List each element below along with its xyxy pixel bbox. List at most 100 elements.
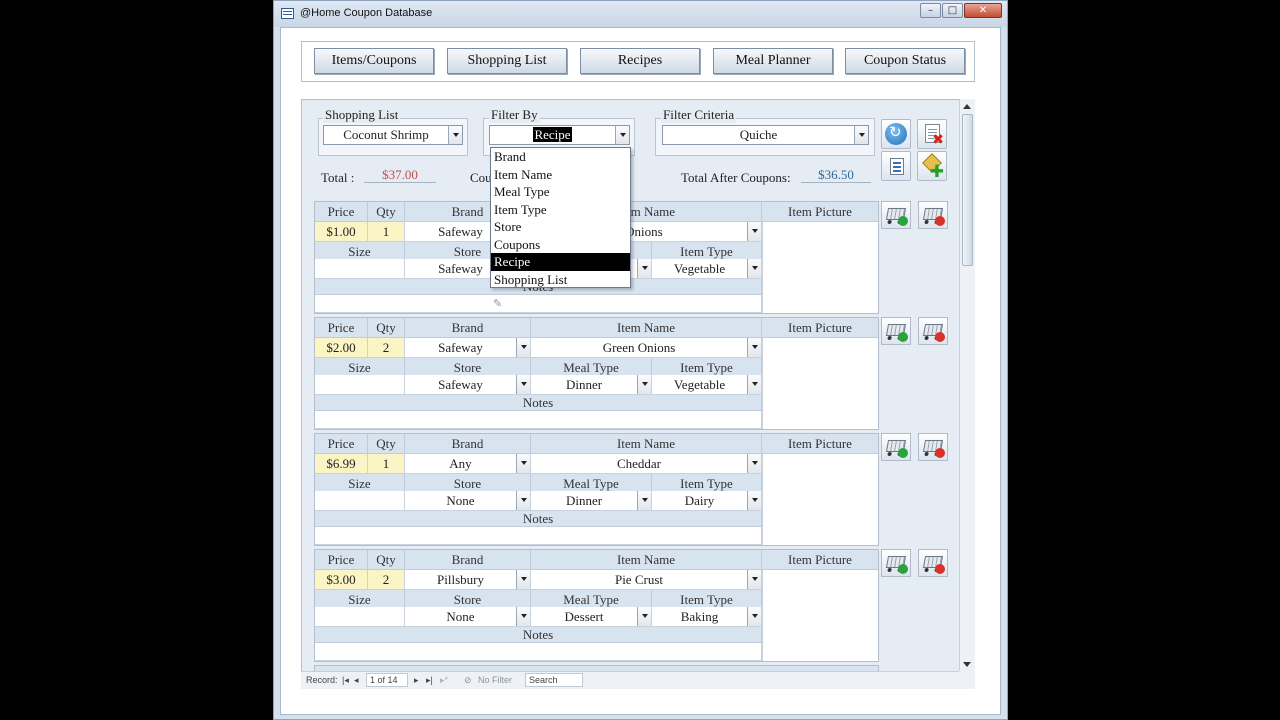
add-to-cart-button[interactable] [881,433,911,461]
tab-recipes[interactable]: Recipes [580,48,700,74]
price-field[interactable]: $2.00 [315,338,368,358]
brand-select[interactable]: Safeway [405,338,531,358]
meal-type-select[interactable]: Dessert [531,607,652,627]
chevron-down-icon[interactable] [854,126,868,144]
item-picture[interactable] [762,454,878,545]
remove-from-cart-button[interactable] [918,201,948,229]
chevron-down-icon[interactable] [516,338,530,357]
chevron-down-icon[interactable] [637,491,651,510]
filter-option-coupons[interactable]: Coupons [491,236,630,254]
size-field[interactable] [315,491,405,511]
chevron-down-icon[interactable] [516,375,530,394]
scroll-thumb[interactable] [962,114,973,266]
chevron-down-icon[interactable] [516,570,530,589]
chevron-down-icon[interactable] [747,607,761,626]
scroll-up-arrow-icon[interactable] [962,102,973,113]
chevron-down-icon[interactable] [516,454,530,473]
filter-option-brand[interactable]: Brand [491,148,630,166]
item-picture[interactable] [762,338,878,429]
remove-from-cart-button[interactable] [918,549,948,577]
filter-option-shopping-list[interactable]: Shopping List [491,271,630,289]
item-picture[interactable] [762,222,878,313]
notes-field[interactable] [315,527,762,545]
qty-field[interactable]: 2 [368,570,405,590]
price-field[interactable]: $1.00 [315,222,368,242]
record-position-field[interactable]: 1 of 14 [366,673,408,687]
price-field[interactable]: $6.99 [315,454,368,474]
chevron-down-icon[interactable] [637,607,651,626]
meal-type-select[interactable]: Dinner [531,491,652,511]
remove-from-cart-button[interactable] [918,433,948,461]
delete-list-button[interactable]: ✖ [917,119,947,149]
item-type-select[interactable]: Vegetable [652,259,762,279]
remove-from-cart-button[interactable] [918,317,948,345]
item-name-select[interactable]: Cheddar [531,454,762,474]
size-field[interactable] [315,607,405,627]
new-record-button[interactable]: ▸* [440,675,448,686]
chevron-down-icon[interactable] [747,454,761,473]
tab-meal-planner[interactable]: Meal Planner [713,48,833,74]
edit-list-button[interactable] [881,151,911,181]
item-type-select[interactable]: Vegetable [652,375,762,395]
scroll-down-arrow-icon[interactable] [962,660,973,671]
notes-field[interactable] [315,411,762,429]
filter-status[interactable]: No Filter [478,675,512,685]
filter-criteria-select[interactable]: Quiche [662,125,869,145]
price-field[interactable]: $3.00 [315,570,368,590]
notes-field[interactable] [315,295,762,313]
meal-type-select[interactable]: Dinner [531,375,652,395]
chevron-down-icon[interactable] [448,126,462,144]
filter-option-meal-type[interactable]: Meal Type [491,183,630,201]
brand-select[interactable]: Pillsbury [405,570,531,590]
last-record-button[interactable]: ▸| [426,675,433,686]
store-select[interactable]: Safeway [405,375,531,395]
chevron-down-icon[interactable] [747,570,761,589]
first-record-button[interactable]: |◂ [342,675,349,686]
filter-option-recipe[interactable]: Recipe [491,253,630,271]
filter-option-item-name[interactable]: Item Name [491,166,630,184]
item-type-select[interactable]: Dairy [652,491,762,511]
vertical-scrollbar[interactable] [959,99,975,689]
add-to-cart-button[interactable] [881,317,911,345]
next-record-button[interactable]: ▸ [414,675,419,686]
qty-field[interactable]: 1 [368,222,405,242]
chevron-down-icon[interactable] [747,338,761,357]
chevron-down-icon[interactable] [637,259,651,278]
chevron-down-icon[interactable] [747,259,761,278]
size-field[interactable] [315,375,405,395]
chevron-down-icon[interactable] [747,375,761,394]
title-bar[interactable]: @Home Coupon Database – □ ✕ [274,1,1007,27]
tab-shopping-list[interactable]: Shopping List [447,48,567,74]
filter-by-select[interactable]: Recipe [489,125,630,145]
item-name-select[interactable]: Pie Crust [531,570,762,590]
item-name-select[interactable]: Green Onions [531,338,762,358]
chevron-down-icon[interactable] [615,126,629,144]
chevron-down-icon[interactable] [637,375,651,394]
brand-select[interactable]: Any [405,454,531,474]
edit-notes-icon[interactable]: ✎ [493,297,502,310]
item-picture[interactable] [762,570,878,661]
size-field[interactable] [315,259,405,279]
undo-button[interactable] [881,119,911,149]
chevron-down-icon[interactable] [516,491,530,510]
close-button[interactable]: ✕ [964,3,1002,18]
store-select[interactable]: None [405,491,531,511]
shopping-list-select[interactable]: Coconut Shrimp [323,125,463,145]
add-to-cart-button[interactable] [881,201,911,229]
filter-option-item-type[interactable]: Item Type [491,201,630,219]
item-type-select[interactable]: Baking [652,607,762,627]
previous-record-button[interactable]: ◂ [354,675,359,686]
maximize-button[interactable]: □ [942,3,963,18]
store-select[interactable]: None [405,607,531,627]
chevron-down-icon[interactable] [747,222,761,241]
chevron-down-icon[interactable] [516,607,530,626]
qty-field[interactable]: 2 [368,338,405,358]
tab-items-coupons[interactable]: Items/Coupons [314,48,434,74]
notes-field[interactable] [315,643,762,661]
tab-coupon-status[interactable]: Coupon Status [845,48,965,74]
filter-option-store[interactable]: Store [491,218,630,236]
minimize-button[interactable]: – [920,3,941,18]
add-to-cart-button[interactable] [881,549,911,577]
qty-field[interactable]: 1 [368,454,405,474]
search-input[interactable]: Search [525,673,583,687]
